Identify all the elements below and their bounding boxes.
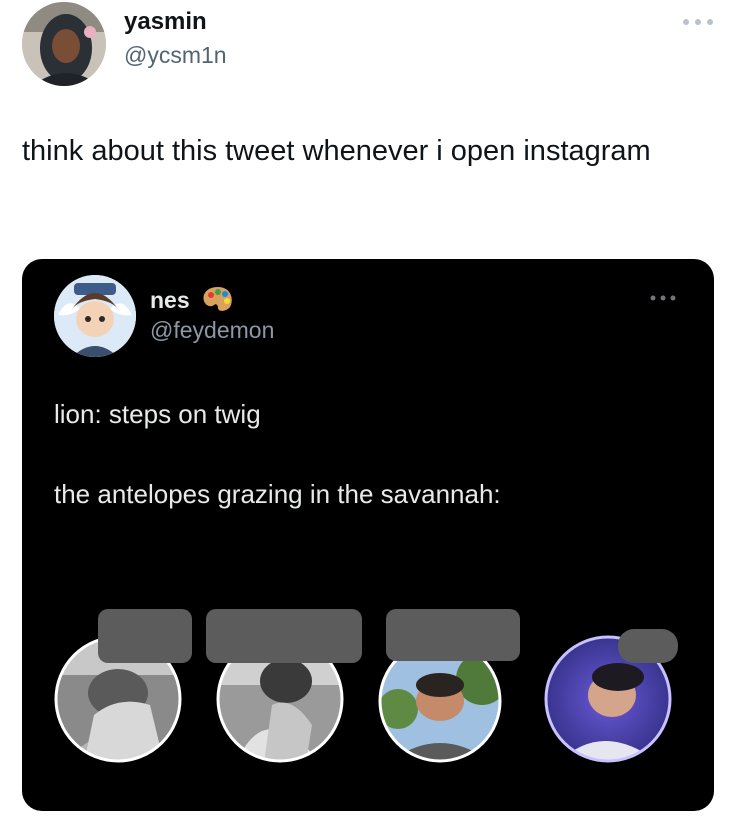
profile-photo-row [22,599,714,769]
outer-handle[interactable]: @ycsm1n [124,42,227,69]
quoted-display-name[interactable]: nes [150,287,190,314]
redaction-block-2 [206,609,362,663]
quoted-handle[interactable]: @feydemon [150,317,274,344]
outer-tweet-header: yasmin @ycsm1n [0,0,736,100]
outer-avatar[interactable] [22,2,106,86]
quoted-text-line2: the antelopes grazing in the savannah: [54,479,501,509]
redaction-block-1 [98,609,192,663]
outer-display-name[interactable]: yasmin [124,8,207,36]
redaction-block-3 [386,609,520,661]
artist-palette-icon [202,285,234,313]
redaction-block-4 [618,629,678,663]
quoted-tweet-card[interactable]: nes @feydemon lion: steps on twig the an… [22,259,714,811]
quoted-avatar[interactable] [54,275,136,357]
ellipsis-icon[interactable] [648,291,678,303]
tweet-text: think about this tweet whenever i open i… [22,135,651,167]
ellipsis-icon[interactable] [680,14,716,30]
quoted-text-line1: lion: steps on twig [54,399,261,429]
